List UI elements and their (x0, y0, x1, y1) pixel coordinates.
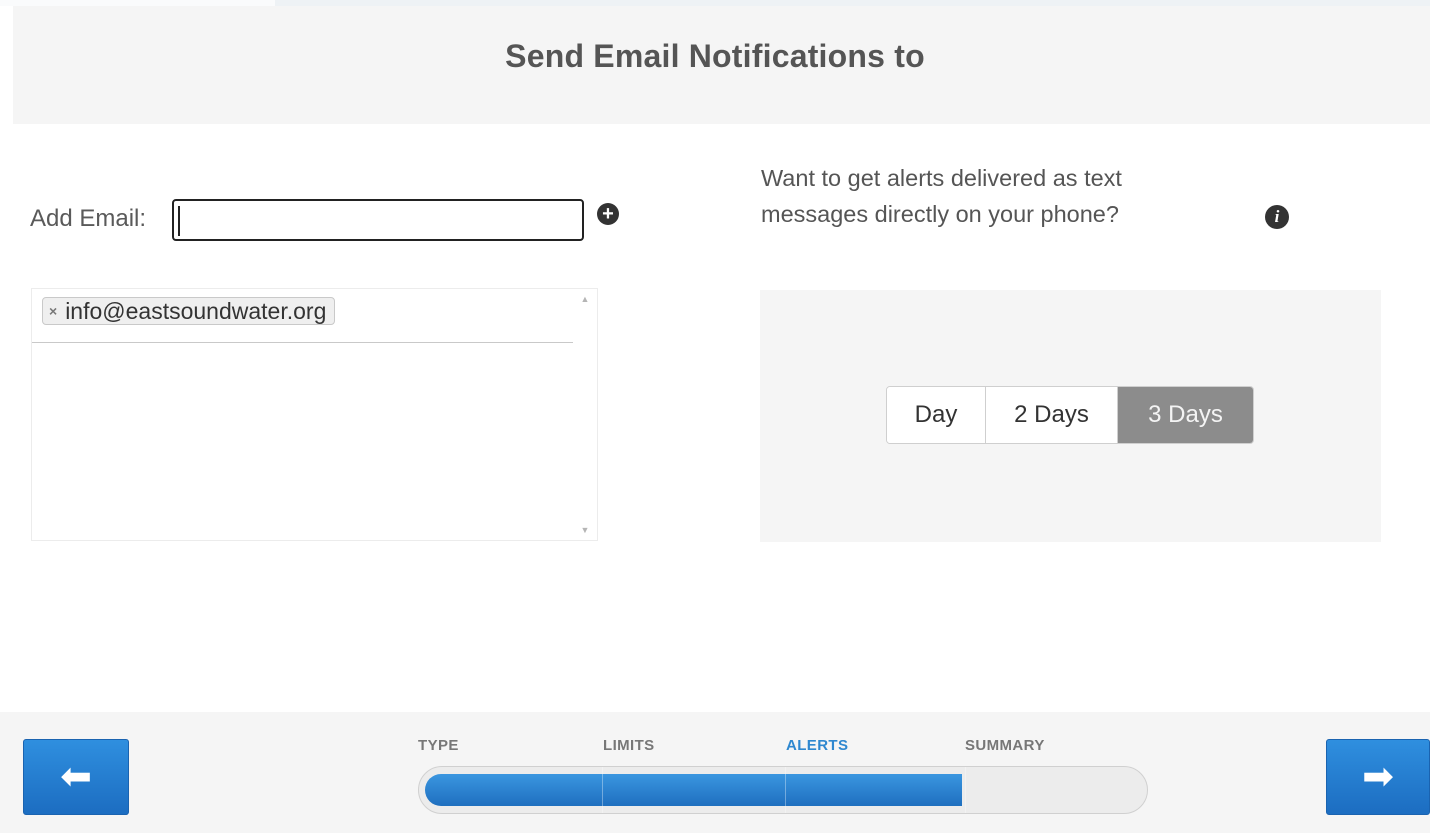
step-summary[interactable]: SUMMARY (965, 737, 1045, 754)
email-input[interactable] (172, 199, 584, 241)
arrow-right-icon: ➡ (1362, 756, 1394, 798)
page-title: Send Email Notifications to (505, 38, 925, 74)
scroll-up-arrow-icon[interactable]: ▲ (573, 291, 597, 307)
progress-divider (965, 767, 966, 813)
plus-circle-icon[interactable]: + (597, 203, 619, 225)
step-alerts[interactable]: ALERTS (786, 737, 848, 754)
step-type[interactable]: TYPE (418, 737, 459, 754)
arrow-left-icon: ⬅ (60, 756, 92, 798)
progress-divider (785, 767, 786, 813)
scroll-down-arrow-icon[interactable]: ▼ (573, 522, 597, 538)
email-list[interactable]: × info@eastsoundwater.org ▲ ▼ (31, 288, 598, 541)
remove-tag-icon[interactable]: × (49, 303, 57, 319)
back-button[interactable]: ⬅ (23, 739, 129, 815)
email-list-row: × info@eastsoundwater.org (32, 289, 573, 343)
sms-question-line-1: Want to get alerts delivered as text (761, 165, 1122, 191)
step-limits[interactable]: LIMITS (603, 737, 655, 754)
option-day-button[interactable]: Day (887, 387, 985, 443)
add-email-label: Add Email: (30, 205, 147, 232)
progress-bar (418, 766, 1148, 814)
frequency-segmented-control: Day 2 Days 3 Days (886, 386, 1254, 444)
text-caret (178, 206, 180, 236)
email-tag-label: info@eastsoundwater.org (65, 297, 327, 324)
progress-fill (425, 774, 962, 806)
email-tag[interactable]: × info@eastsoundwater.org (42, 297, 336, 325)
scrollbar[interactable]: ▲ ▼ (573, 289, 597, 540)
sms-question: Want to get alerts delivered as text mes… (761, 160, 1221, 232)
option-3-days-button[interactable]: 3 Days (1117, 387, 1253, 443)
next-button[interactable]: ➡ (1326, 739, 1430, 815)
option-2-days-button[interactable]: 2 Days (985, 387, 1117, 443)
progress-divider (602, 767, 603, 813)
info-icon[interactable]: i (1265, 205, 1289, 229)
sms-question-line-2: messages directly on your phone? (761, 201, 1119, 227)
